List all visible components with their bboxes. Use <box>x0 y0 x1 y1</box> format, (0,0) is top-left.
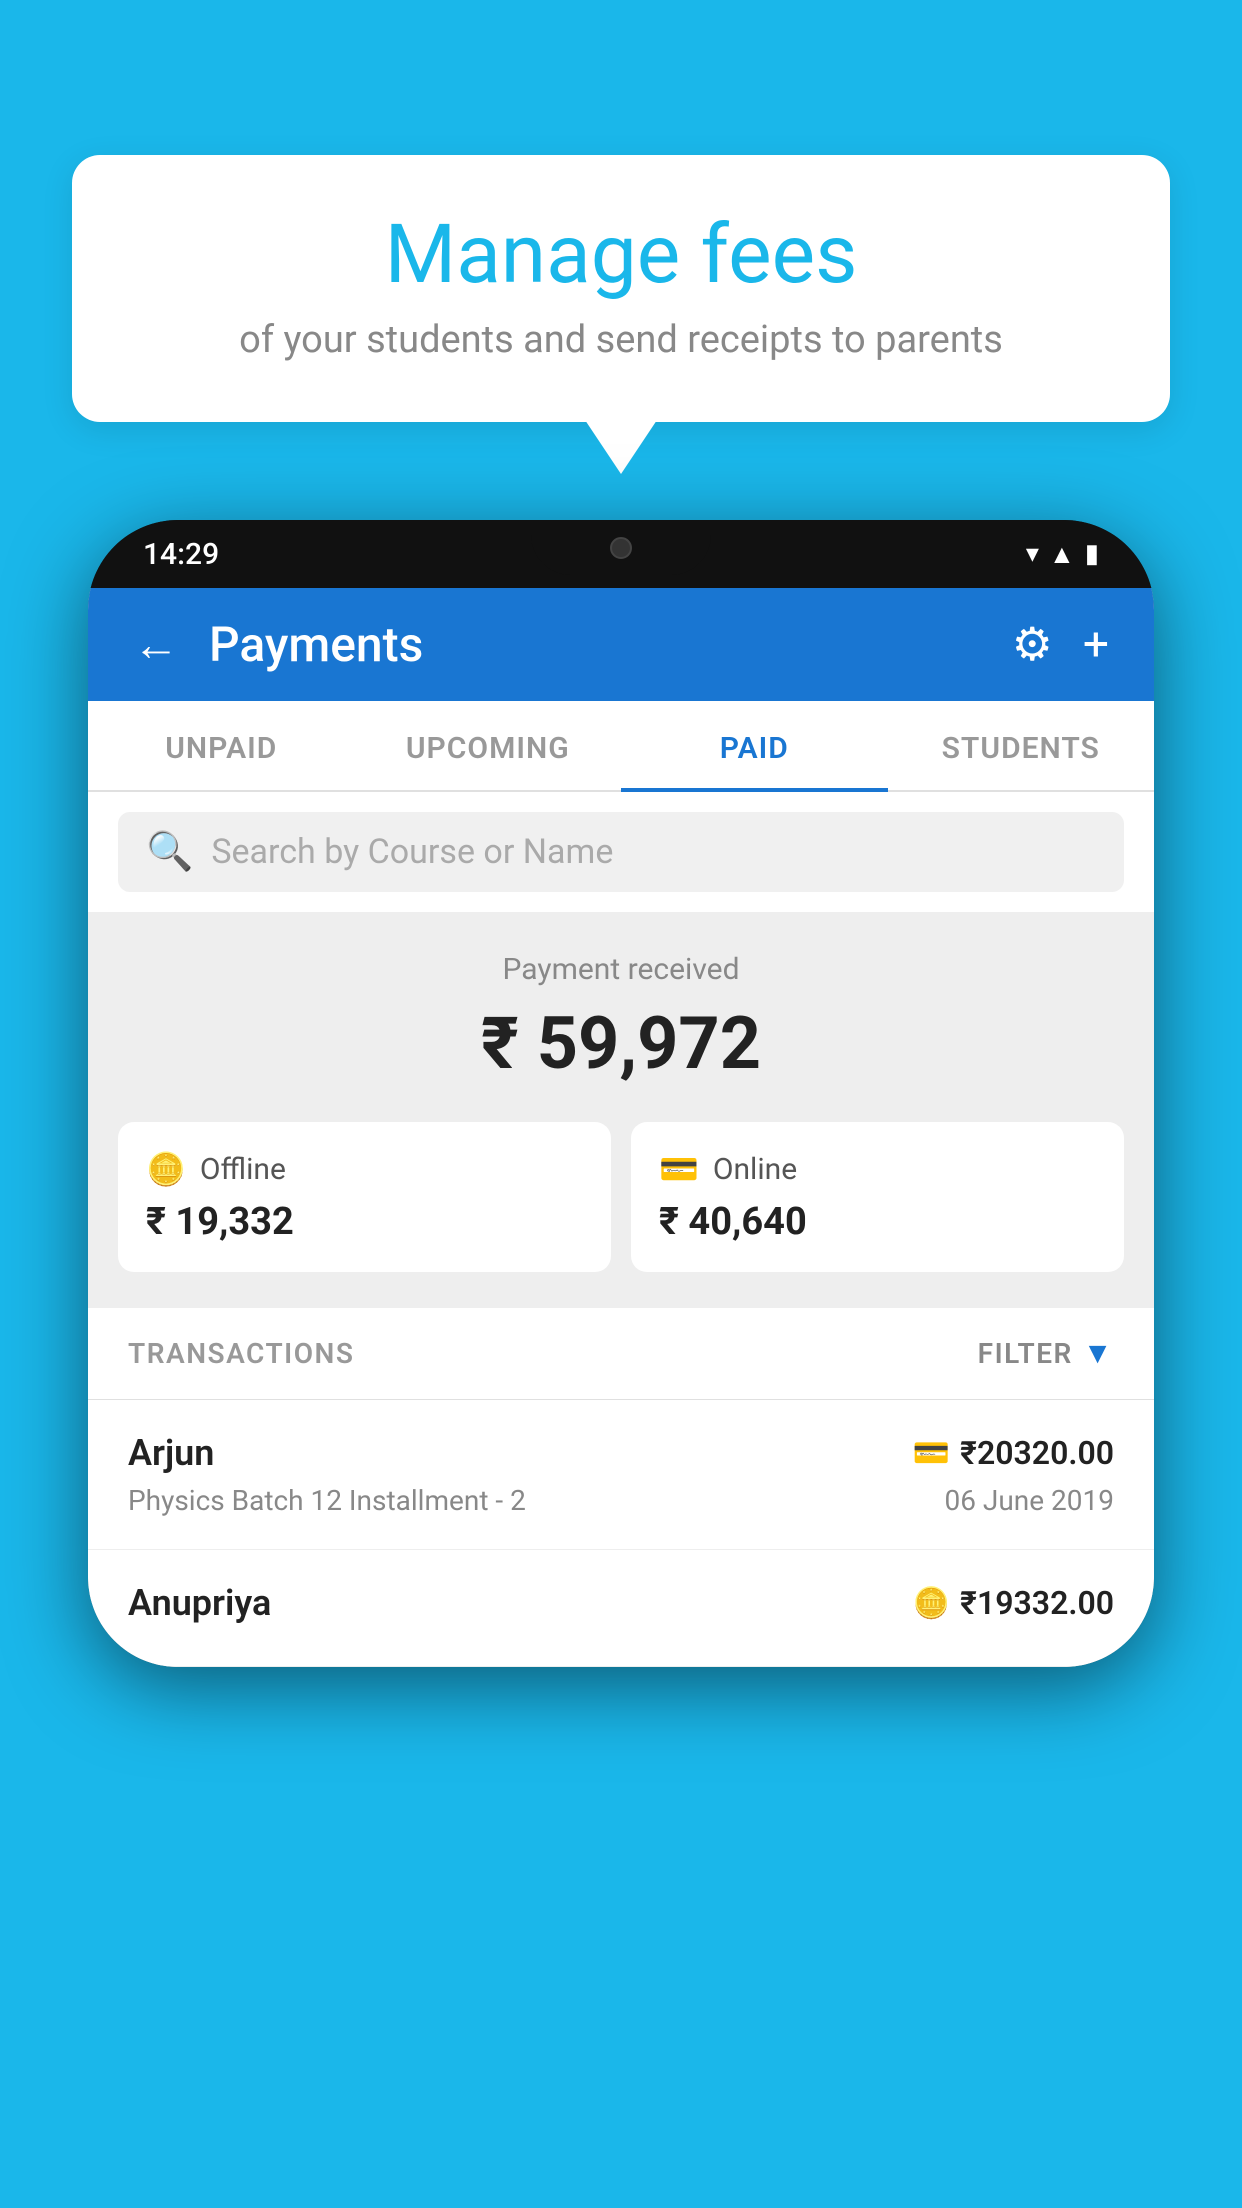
offline-card: 🪙 Offline ₹ 19,332 <box>118 1122 611 1272</box>
tab-students[interactable]: STUDENTS <box>888 701 1155 790</box>
tab-paid[interactable]: PAID <box>621 701 888 790</box>
payment-type-icon-2: 🪙 <box>913 1586 950 1621</box>
app-screen: ← Payments ⚙ + UNPAID UPCOMING PAID STUD… <box>88 588 1154 1667</box>
transaction-bottom-1: Physics Batch 12 Installment - 2 06 June… <box>128 1484 1114 1517</box>
offline-card-top: 🪙 Offline <box>146 1150 583 1188</box>
transaction-top-1: Arjun 💳 ₹20320.00 <box>128 1432 1114 1474</box>
transactions-header: TRANSACTIONS FILTER ▼ <box>88 1308 1154 1400</box>
transaction-date-1: 06 June 2019 <box>944 1484 1114 1517</box>
tabs-bar: UNPAID UPCOMING PAID STUDENTS <box>88 701 1154 792</box>
wifi-icon: ▾ <box>1026 539 1039 569</box>
speech-bubble: Manage fees of your students and send re… <box>72 155 1170 422</box>
payment-total-amount: ₹ 59,972 <box>118 1001 1124 1086</box>
online-card: 💳 Online ₹ 40,640 <box>631 1122 1124 1272</box>
offline-icon: 🪙 <box>146 1150 186 1188</box>
filter-button[interactable]: FILTER ▼ <box>978 1336 1114 1371</box>
tab-upcoming[interactable]: UPCOMING <box>355 701 622 790</box>
back-button[interactable]: ← <box>133 617 179 672</box>
app-header: ← Payments ⚙ + <box>88 588 1154 701</box>
online-icon: 💳 <box>659 1150 699 1188</box>
table-row[interactable]: Anupriya 🪙 ₹19332.00 <box>88 1550 1154 1667</box>
search-bar-wrapper: 🔍 Search by Course or Name <box>88 792 1154 912</box>
transaction-course-1: Physics Batch 12 Installment - 2 <box>128 1484 526 1517</box>
add-icon[interactable]: + <box>1083 618 1109 672</box>
payment-type-icon-1: 💳 <box>913 1436 950 1471</box>
transaction-name-2: Anupriya <box>128 1582 271 1624</box>
page-title: Payments <box>209 616 982 673</box>
tab-unpaid[interactable]: UNPAID <box>88 701 355 790</box>
offline-amount: ₹ 19,332 <box>146 1200 583 1244</box>
transaction-amount-wrap-2: 🪙 ₹19332.00 <box>913 1584 1114 1622</box>
payment-cards-row: 🪙 Offline ₹ 19,332 💳 Online ₹ 40,640 <box>88 1122 1154 1308</box>
signal-icon: ▲ <box>1049 539 1075 570</box>
bubble-subtitle: of your students and send receipts to pa… <box>132 318 1110 362</box>
transaction-amount-wrap-1: 💳 ₹20320.00 <box>913 1434 1114 1472</box>
phone-status-bar: 14:29 ▾ ▲ ▮ <box>88 520 1154 588</box>
transaction-amount-1: ₹20320.00 <box>960 1434 1114 1472</box>
online-amount: ₹ 40,640 <box>659 1200 1096 1244</box>
online-card-top: 💳 Online <box>659 1150 1096 1188</box>
filter-icon: ▼ <box>1083 1336 1114 1371</box>
search-bar[interactable]: 🔍 Search by Course or Name <box>118 812 1124 892</box>
phone-camera <box>610 537 632 559</box>
payment-received-section: Payment received ₹ 59,972 <box>88 912 1154 1122</box>
table-row[interactable]: Arjun 💳 ₹20320.00 Physics Batch 12 Insta… <box>88 1400 1154 1550</box>
transaction-name-1: Arjun <box>128 1432 214 1474</box>
offline-label: Offline <box>200 1152 286 1187</box>
search-input[interactable]: Search by Course or Name <box>211 832 613 872</box>
settings-icon[interactable]: ⚙ <box>1012 617 1053 672</box>
phone-frame: 14:29 ▾ ▲ ▮ ← Payments ⚙ + UNPAID UPCOMI… <box>88 520 1154 1667</box>
phone-time: 14:29 <box>143 537 219 572</box>
phone-notch <box>531 520 711 575</box>
header-actions: ⚙ + <box>1012 617 1109 672</box>
transaction-top-2: Anupriya 🪙 ₹19332.00 <box>128 1582 1114 1624</box>
transaction-amount-2: ₹19332.00 <box>960 1584 1114 1622</box>
phone-status-icons: ▾ ▲ ▮ <box>1026 539 1099 570</box>
battery-icon: ▮ <box>1085 539 1099 569</box>
transactions-label: TRANSACTIONS <box>128 1337 354 1370</box>
payment-received-label: Payment received <box>118 952 1124 987</box>
bubble-title: Manage fees <box>132 210 1110 300</box>
filter-label: FILTER <box>978 1337 1073 1370</box>
search-icon: 🔍 <box>146 830 193 874</box>
online-label: Online <box>713 1152 797 1187</box>
